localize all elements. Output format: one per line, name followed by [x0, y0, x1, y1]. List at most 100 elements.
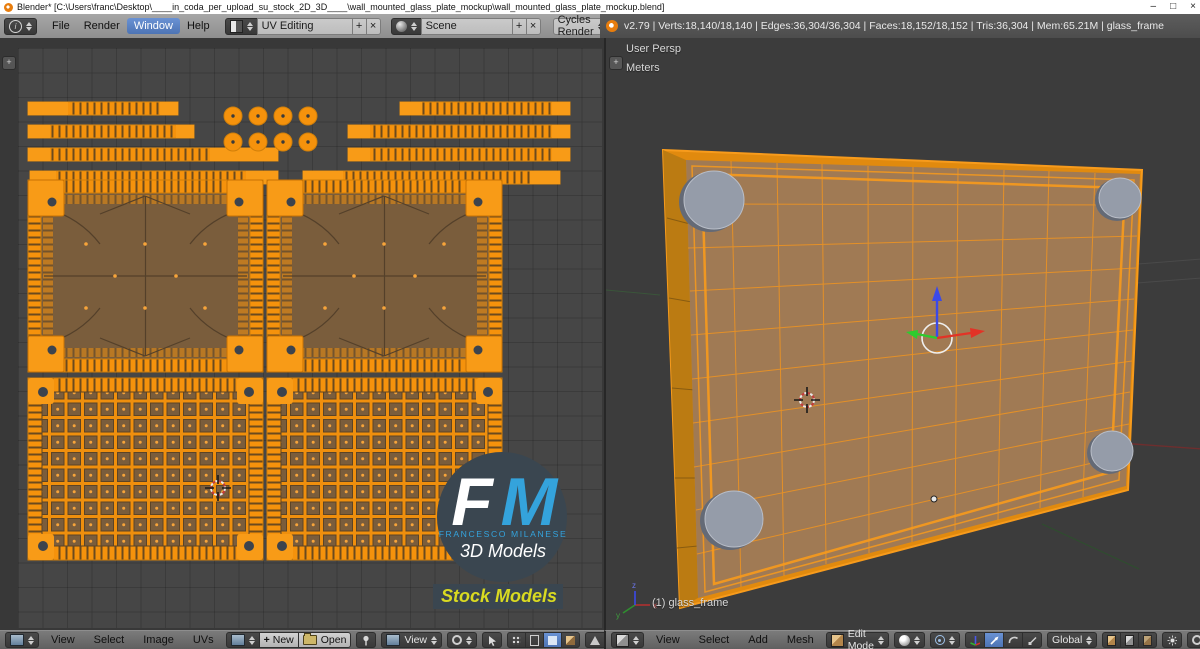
manipulator-scale-button[interactable] [1021, 632, 1042, 648]
uv-island-frame-right[interactable] [266, 179, 503, 373]
v3d-proportional-icon [1192, 635, 1200, 645]
view3d-header: View Select Add Mesh Edit Mode Global [604, 628, 1200, 649]
info-stats-bar: v2.79 | Verts:18,140/18,140 | Edges:36,3… [600, 14, 1200, 39]
viewport-shading-dropdown[interactable] [893, 632, 925, 648]
uv-select-face-button[interactable] [543, 632, 563, 648]
select-mode-edge-button[interactable] [1120, 632, 1140, 648]
open-image-button[interactable]: Open [297, 632, 352, 648]
watermark-badge: Stock Models [441, 586, 557, 606]
viewport-3d-canvas: x y z [606, 148, 1200, 620]
uv-select-island-button[interactable] [561, 632, 581, 648]
manipulator-toggle-button[interactable] [964, 632, 985, 648]
add-layout-button[interactable]: + [351, 17, 367, 35]
interaction-mode-dropdown[interactable]: Edit Mode [825, 628, 889, 649]
info-header: i File Render Window Help UV Editing + ×… [0, 14, 609, 39]
uv-select-vertex-button[interactable] [507, 632, 527, 648]
watermark-author: FRANCESCO MILANESE [439, 529, 568, 539]
axis-z-label: z [632, 581, 636, 590]
blender-app-icon [4, 2, 13, 12]
window-titlebar: Blender* [C:\Users\franc\Desktop\____in_… [0, 0, 1200, 15]
uv-menu-uvs[interactable]: UVs [186, 632, 221, 648]
editor-mode-dropdown[interactable]: View [381, 632, 443, 648]
blender-window: Blender* [C:\Users\franc\Desktop\____in_… [0, 0, 1200, 649]
editor-type-selector-info[interactable]: i [4, 17, 37, 35]
pivot-center-icon [452, 635, 463, 645]
uv-image-editor[interactable]: + F M FRANCESCO MILANESE 3D Models Stock… [0, 38, 604, 630]
render-engine-value: Cycles Render [557, 14, 594, 38]
rotate-arc-icon [1008, 636, 1018, 643]
pin-toggle-button[interactable] [356, 632, 377, 648]
uv-island-frame-left[interactable] [27, 179, 264, 373]
uv-menu-image[interactable]: Image [136, 632, 181, 648]
pivot-point-dropdown[interactable] [929, 632, 960, 648]
uv-select-edge-button[interactable] [525, 632, 545, 648]
object-origin-dot [930, 495, 938, 503]
image-editor-icon [10, 634, 24, 646]
manipulator-group [964, 632, 1042, 648]
mini-axis-gizmo: x y z [616, 581, 657, 620]
view3d-editor-icon [616, 633, 629, 647]
orientation-value: Global [1051, 634, 1083, 646]
uv-editor-header: View Select Image UVs + New Open View [0, 630, 730, 649]
mesh-select-mode-group [1102, 632, 1158, 648]
maximize-button[interactable]: □ [1170, 0, 1176, 14]
edit-mode-icon [830, 633, 844, 647]
v3d-menu-select[interactable]: Select [692, 632, 737, 648]
occlude-icon [1167, 635, 1178, 645]
active-object-label: (1) glass_frame [652, 597, 729, 609]
v3d-proportional-edit-dropdown[interactable] [1187, 632, 1200, 648]
watermark-logo: F M FRANCESCO MILANESE 3D Models Stock M… [433, 452, 567, 609]
uv-menu-select[interactable]: Select [87, 632, 132, 648]
screen-layout-icon-selector[interactable] [224, 17, 258, 35]
menu-window[interactable]: Window [126, 18, 180, 34]
uv-sync-selection-toggle[interactable] [482, 632, 503, 648]
pin-icon [363, 635, 370, 645]
scene-field[interactable]: Scene [420, 17, 513, 35]
manipulator-translate-button[interactable] [983, 632, 1004, 648]
translate-arrow-icon [990, 636, 999, 645]
pivot-point-icon [934, 635, 945, 645]
new-image-button[interactable]: + New [258, 632, 299, 648]
scale-arrow-icon [1028, 636, 1037, 645]
image-datablock-icon [230, 634, 245, 646]
folder-icon [302, 633, 317, 645]
viewport-3d[interactable]: + User Persp Meters x y z (1) glass_fram… [604, 38, 1200, 630]
editor-type-selector-3d[interactable] [611, 632, 644, 648]
menu-file[interactable]: File [45, 18, 77, 34]
shading-sphere-icon [898, 634, 910, 646]
manipulator-rotate-button[interactable] [1002, 632, 1023, 648]
uv-pivot-dropdown[interactable] [447, 632, 478, 648]
v3d-menu-mesh[interactable]: Mesh [780, 632, 821, 648]
v3d-menu-add[interactable]: Add [741, 632, 775, 648]
blender-logo-icon [606, 20, 618, 32]
remove-scene-button[interactable]: × [525, 17, 541, 35]
minimize-button[interactable]: – [1151, 0, 1157, 14]
menu-help[interactable]: Help [180, 18, 217, 34]
v3d-menu-view[interactable]: View [649, 632, 687, 648]
plus-icon: + [263, 634, 270, 646]
info-editor-icon: i [9, 19, 22, 33]
scene-icon [395, 20, 407, 32]
editor-type-selector-uv[interactable] [5, 632, 39, 648]
interaction-mode-value: Edit Mode [847, 628, 874, 649]
add-scene-button[interactable]: + [511, 17, 527, 35]
select-mode-vertex-button[interactable] [1102, 632, 1122, 648]
sticky-mode-icon [590, 635, 601, 645]
remove-layout-button[interactable]: × [365, 17, 381, 35]
browse-image-button[interactable] [225, 632, 260, 648]
menu-render[interactable]: Render [77, 18, 127, 34]
scene-icon-selector[interactable] [390, 17, 422, 35]
uv-island-plate-left[interactable] [27, 377, 264, 561]
select-mode-face-button[interactable] [1138, 632, 1158, 648]
uv-menu-view[interactable]: View [44, 632, 82, 648]
cursor-arrow-icon [489, 635, 497, 646]
screen-layout-field[interactable]: UV Editing [256, 17, 353, 35]
uv-canvas: F M FRANCESCO MILANESE 3D Models Stock M… [27, 101, 571, 609]
scene-statistics: v2.79 | Verts:18,140/18,140 | Edges:36,3… [624, 20, 1164, 32]
occlude-geometry-toggle[interactable] [1162, 632, 1183, 648]
transform-orientation-dropdown[interactable]: Global [1046, 632, 1098, 648]
uv-island-discs[interactable] [223, 106, 318, 152]
window-title: Blender* [C:\Users\franc\Desktop\____in_… [17, 2, 665, 12]
close-button[interactable]: × [1190, 0, 1196, 14]
uv-selection-mode-group [507, 632, 581, 648]
